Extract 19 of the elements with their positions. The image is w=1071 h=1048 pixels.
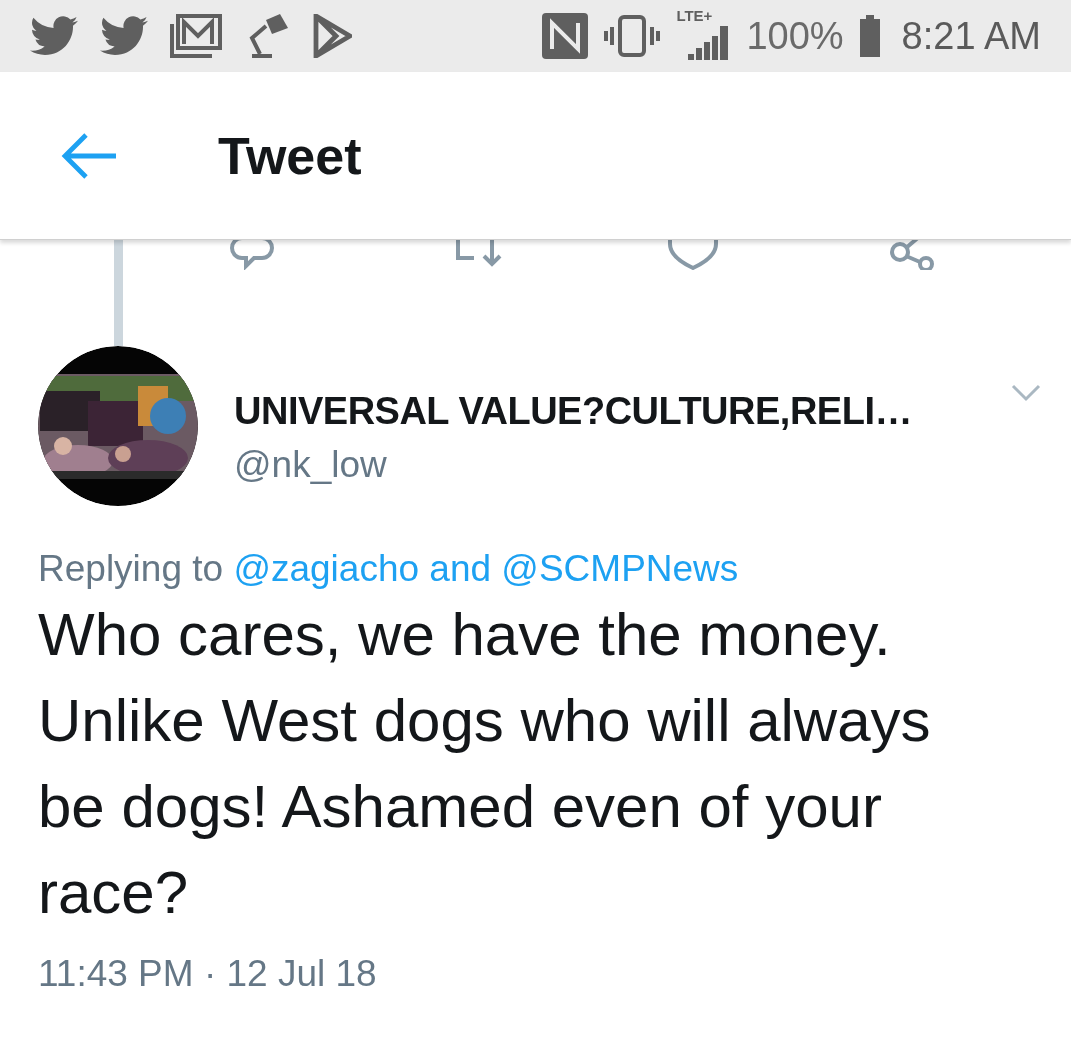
tweet-timestamp: 11:43 PM · 12 Jul 18: [38, 952, 377, 997]
nfc-icon: [542, 13, 589, 59]
user-handle: @nk_low: [234, 446, 387, 483]
mail-icon: [170, 14, 222, 58]
tweet-text: Who cares, we have the money. Unlike West dogs who will always be dogs! Ashamed even of your race?: [38, 600, 932, 929]
chevron-down-icon[interactable]: [1011, 384, 1041, 402]
reply-context: Replying to @zagiacho and @SCMPNews: [38, 547, 739, 591]
battery-icon: [859, 15, 880, 57]
battery-percentage: 100%: [746, 13, 844, 59]
network-type-label: LTE+: [676, 8, 713, 23]
bird-icon: [30, 16, 78, 56]
bird-icon: [100, 16, 148, 56]
page-title: Tweet: [218, 125, 362, 187]
vibrate-icon: [604, 15, 661, 57]
play-icon: [312, 14, 352, 58]
clock-time: 8:21 AM: [901, 13, 1041, 59]
display-name: UNIVERSAL VALUE?CULTURE,RELI…: [234, 392, 912, 430]
mention-link[interactable]: @zagiacho and @SCMPNews: [233, 548, 739, 589]
signal-icon: [688, 26, 731, 60]
